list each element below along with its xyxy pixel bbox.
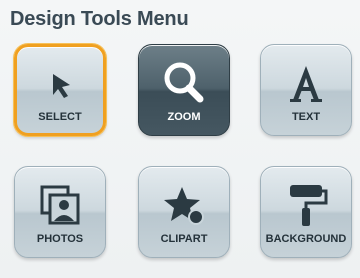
- photos-tool-label: PHOTOS: [36, 233, 84, 245]
- paint-roller-icon: [261, 181, 351, 229]
- zoom-tool-label: ZOOM: [167, 111, 201, 123]
- magnifier-icon: [139, 59, 229, 107]
- photos-icon: [15, 181, 105, 229]
- select-tool-label: SELECT: [38, 111, 82, 123]
- star-shape-icon: [139, 181, 229, 229]
- cursor-arrow-icon: [17, 61, 103, 109]
- select-tool-button[interactable]: SELECT: [14, 44, 106, 136]
- background-tool-button[interactable]: BACKGROUND: [260, 166, 352, 258]
- text-tool-button[interactable]: TEXT: [260, 44, 352, 136]
- photos-tool-button[interactable]: PHOTOS: [14, 166, 106, 258]
- design-tools-panel: Design Tools Menu SELECT ZOOM TEXT PHOTO…: [0, 0, 360, 278]
- letter-a-icon: [261, 59, 351, 107]
- clipart-tool-button[interactable]: CLIPART: [138, 166, 230, 258]
- text-tool-label: TEXT: [291, 111, 321, 123]
- background-tool-label: BACKGROUND: [265, 233, 347, 245]
- clipart-tool-label: CLIPART: [160, 233, 208, 245]
- menu-title: Design Tools Menu: [10, 8, 189, 30]
- zoom-tool-button[interactable]: ZOOM: [138, 44, 230, 136]
